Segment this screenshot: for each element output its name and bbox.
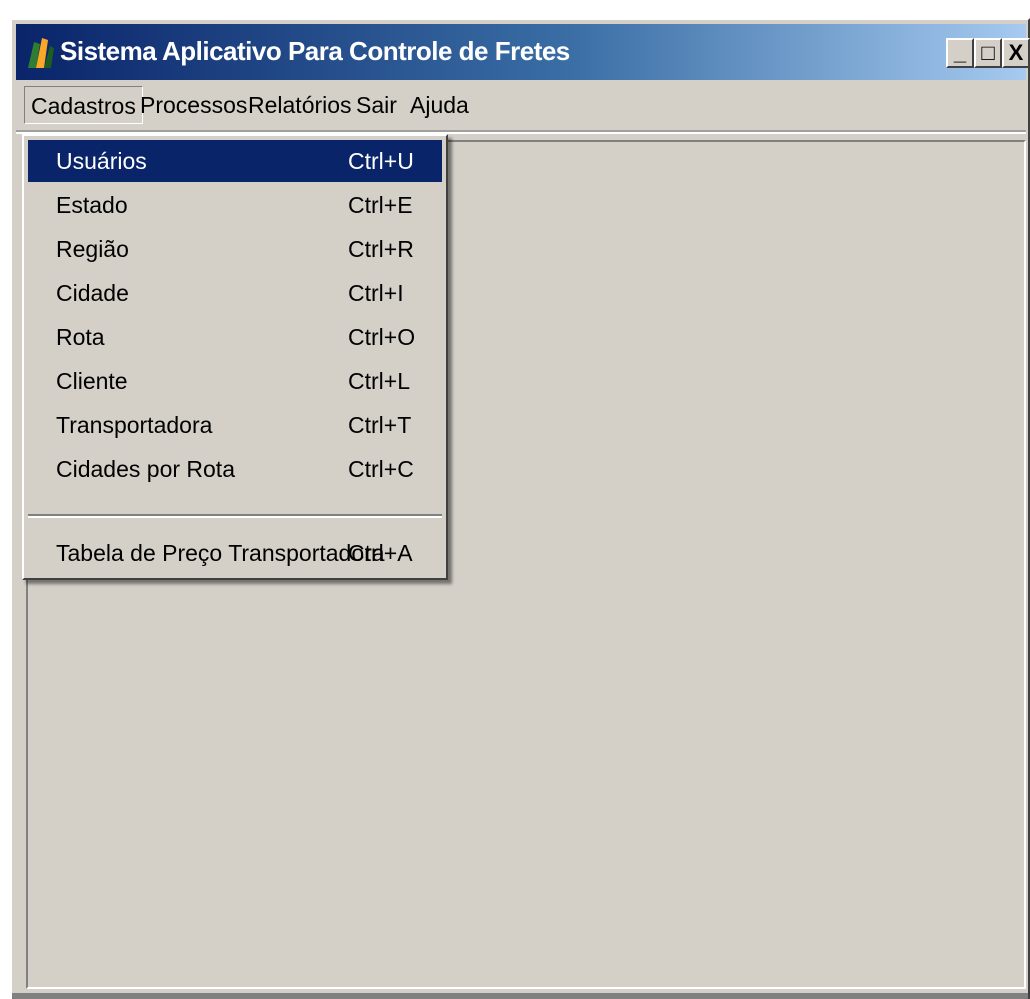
menu-item-estado[interactable]: Estado Ctrl+E — [28, 184, 442, 226]
cadastros-dropdown-menu: Usuários Ctrl+U Estado Ctrl+E Região Ctr… — [22, 134, 448, 580]
menu-item-cidades-por-rota[interactable]: Cidades por Rota Ctrl+C — [28, 448, 442, 490]
menu-item-label: Transportadora — [56, 412, 213, 438]
menu-item-regiao[interactable]: Região Ctrl+R — [28, 228, 442, 270]
menu-cadastros[interactable]: Cadastros — [24, 86, 143, 124]
menu-item-label: Região — [56, 236, 129, 262]
menu-item-shortcut: Ctrl+T — [348, 412, 412, 438]
menu-item-transportadora[interactable]: Transportadora Ctrl+T — [28, 404, 442, 446]
window-title: Sistema Aplicativo Para Controle de Fret… — [60, 36, 570, 66]
minimize-button[interactable]: _ — [946, 38, 974, 68]
menu-item-shortcut: Ctrl+U — [348, 148, 414, 174]
menu-item-shortcut: Ctrl+C — [348, 456, 414, 482]
menu-item-shortcut: Ctrl+O — [348, 324, 416, 350]
menu-item-cidade[interactable]: Cidade Ctrl+I — [28, 272, 442, 314]
menu-ajuda[interactable]: Ajuda — [404, 86, 475, 124]
menu-bar: Cadastros Processos Relatórios Sair Ajud… — [16, 82, 1026, 128]
menu-processos[interactable]: Processos — [134, 86, 253, 124]
menu-item-label: Cidades por Rota — [56, 456, 235, 482]
window-bottom-edge — [12, 993, 1028, 999]
menu-item-cliente[interactable]: Cliente Ctrl+L — [28, 360, 442, 402]
title-bar[interactable]: Sistema Aplicativo Para Controle de Fret… — [16, 24, 1030, 80]
app-window: Sistema Aplicativo Para Controle de Fret… — [10, 18, 1030, 999]
menu-item-label: Cliente — [56, 368, 128, 394]
maximize-button[interactable]: □ — [974, 38, 1002, 68]
menu-item-rota[interactable]: Rota Ctrl+O — [28, 316, 442, 358]
menu-item-usuarios[interactable]: Usuários Ctrl+U — [28, 140, 442, 182]
menu-separator — [28, 514, 442, 518]
menu-item-label: Cidade — [56, 280, 129, 306]
menu-item-shortcut: Ctrl+I — [348, 280, 404, 306]
menu-item-shortcut: Ctrl+L — [348, 368, 410, 394]
close-button[interactable]: X — [1002, 38, 1030, 68]
menu-sair[interactable]: Sair — [350, 86, 403, 124]
menu-item-shortcut: Ctrl+R — [348, 236, 414, 262]
menu-item-label: Tabela de Preço Transportadora — [56, 540, 385, 566]
menu-item-label: Estado — [56, 192, 128, 218]
menu-relatorios[interactable]: Relatórios — [242, 86, 358, 124]
menu-item-label: Rota — [56, 324, 105, 350]
menu-item-shortcut: Ctrl+A — [348, 540, 413, 566]
app-logo-icon[interactable] — [24, 34, 56, 70]
menu-item-tabela-preco-transportadora[interactable]: Tabela de Preço Transportadora Ctrl+A — [28, 532, 442, 574]
menu-item-label: Usuários — [56, 148, 147, 174]
menu-item-shortcut: Ctrl+E — [348, 192, 413, 218]
